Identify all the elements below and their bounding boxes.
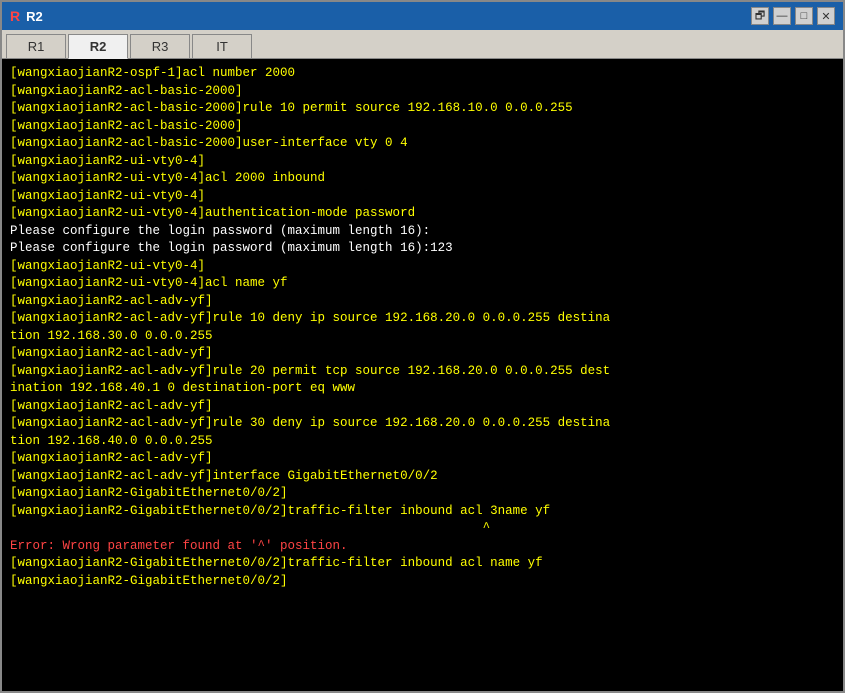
terminal-line: [wangxiaojianR2-acl-adv-yf]interface Gig…: [10, 468, 835, 486]
terminal-line: [wangxiaojianR2-ospf-1]acl number 2000: [10, 65, 835, 83]
terminal-line: [wangxiaojianR2-acl-adv-yf]: [10, 450, 835, 468]
main-window: R R2 🗗 — □ ✕ R1 R2 R3 IT [wangxiaojianR2…: [0, 0, 845, 693]
terminal-line: [wangxiaojianR2-ui-vty0-4]authentication…: [10, 205, 835, 223]
tab-r3[interactable]: R3: [130, 34, 190, 58]
terminal-line: [wangxiaojianR2-GigabitEthernet0/0/2]: [10, 485, 835, 503]
terminal-line: [wangxiaojianR2-acl-basic-2000]: [10, 83, 835, 101]
terminal-line: [wangxiaojianR2-acl-adv-yf]: [10, 345, 835, 363]
terminal-line: [wangxiaojianR2-ui-vty0-4]: [10, 258, 835, 276]
terminal-line: [wangxiaojianR2-acl-adv-yf]: [10, 293, 835, 311]
title-bar: R R2 🗗 — □ ✕: [2, 2, 843, 30]
close-button[interactable]: ✕: [817, 7, 835, 25]
terminal-line: tion 192.168.30.0 0.0.0.255: [10, 328, 835, 346]
terminal-line: [wangxiaojianR2-acl-basic-2000]: [10, 118, 835, 136]
tab-bar: R1 R2 R3 IT: [2, 30, 843, 58]
terminal-line: [wangxiaojianR2-acl-adv-yf]rule 10 deny …: [10, 310, 835, 328]
terminal-line: [wangxiaojianR2-GigabitEthernet0/0/2]tra…: [10, 555, 835, 573]
terminal-line: [wangxiaojianR2-ui-vty0-4]acl 2000 inbou…: [10, 170, 835, 188]
terminal-line: [wangxiaojianR2-GigabitEthernet0/0/2]: [10, 573, 835, 591]
terminal-line: [wangxiaojianR2-ui-vty0-4]: [10, 188, 835, 206]
terminal-line: ^: [10, 520, 835, 538]
terminal-wrapper: [wangxiaojianR2-ospf-1]acl number 2000[w…: [2, 58, 843, 691]
terminal[interactable]: [wangxiaojianR2-ospf-1]acl number 2000[w…: [2, 59, 843, 691]
terminal-line: [wangxiaojianR2-GigabitEthernet0/0/2]tra…: [10, 503, 835, 521]
terminal-line: [wangxiaojianR2-acl-adv-yf]rule 30 deny …: [10, 415, 835, 433]
minimize-button[interactable]: —: [773, 7, 791, 25]
app-icon: R: [10, 8, 20, 24]
title-bar-left: R R2: [10, 8, 43, 24]
title-controls: 🗗 — □ ✕: [751, 7, 835, 25]
terminal-line: [wangxiaojianR2-acl-basic-2000]rule 10 p…: [10, 100, 835, 118]
terminal-line: tion 192.168.40.0 0.0.0.255: [10, 433, 835, 451]
terminal-line: ination 192.168.40.1 0 destination-port …: [10, 380, 835, 398]
terminal-line: Please configure the login password (max…: [10, 240, 835, 258]
restore-button[interactable]: 🗗: [751, 7, 769, 25]
tab-r2[interactable]: R2: [68, 34, 128, 59]
terminal-line: [wangxiaojianR2-ui-vty0-4]: [10, 153, 835, 171]
terminal-line: [wangxiaojianR2-ui-vty0-4]acl name yf: [10, 275, 835, 293]
maximize-button[interactable]: □: [795, 7, 813, 25]
terminal-line: Please configure the login password (max…: [10, 223, 835, 241]
terminal-line: [wangxiaojianR2-acl-adv-yf]: [10, 398, 835, 416]
window-title: R2: [26, 9, 43, 24]
tab-it[interactable]: IT: [192, 34, 252, 58]
terminal-line: [wangxiaojianR2-acl-basic-2000]user-inte…: [10, 135, 835, 153]
terminal-line: Error: Wrong parameter found at '^' posi…: [10, 538, 835, 556]
terminal-line: [wangxiaojianR2-acl-adv-yf]rule 20 permi…: [10, 363, 835, 381]
tab-r1[interactable]: R1: [6, 34, 66, 58]
